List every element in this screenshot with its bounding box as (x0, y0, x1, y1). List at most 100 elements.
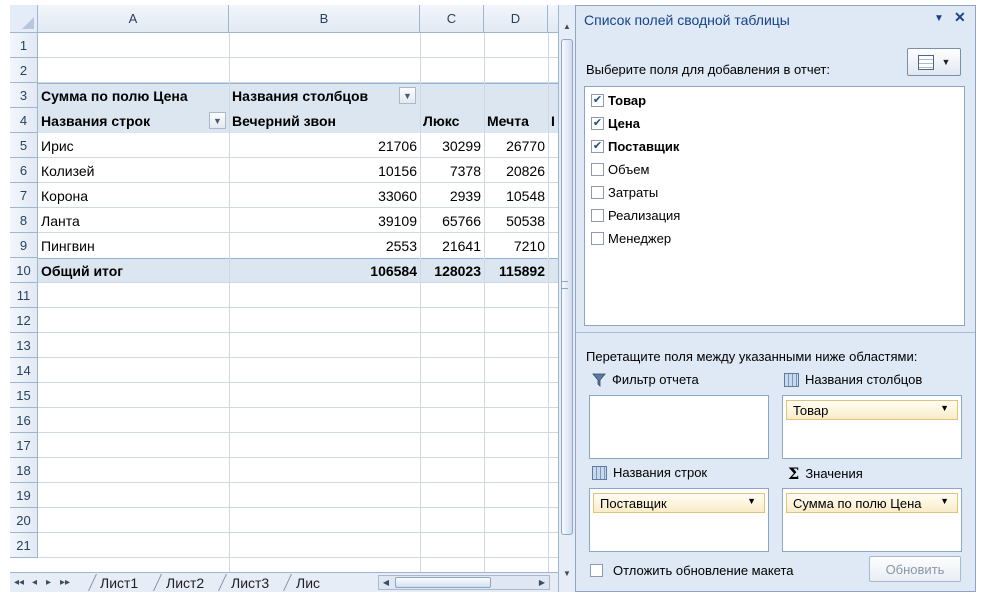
row-header[interactable]: 6 (10, 158, 38, 183)
row-header[interactable]: 13 (10, 333, 38, 358)
row-header[interactable]: 12 (10, 308, 38, 333)
horizontal-scrollbar[interactable]: ◀ ▶ (378, 575, 550, 590)
pivot-value-cell[interactable]: 10548 (487, 183, 545, 208)
row-header[interactable]: 1 (10, 33, 38, 58)
pivot-grand-total-cell[interactable]: 115892 (487, 258, 545, 283)
row-header[interactable]: 2 (10, 58, 38, 83)
sheet-tab-1[interactable]: Лист1 (96, 573, 142, 592)
pivot-row-item[interactable]: Ирис (41, 133, 227, 158)
pivot-row-item[interactable]: Пингвин (41, 233, 227, 258)
pivot-value-cell[interactable]: 50538 (487, 208, 545, 233)
column-header-a[interactable]: A (38, 5, 229, 33)
scroll-up-icon[interactable]: ▲ (561, 19, 573, 33)
horizontal-scroll-thumb[interactable] (395, 577, 491, 588)
column-header-c[interactable]: C (420, 5, 484, 33)
row-header[interactable]: 18 (10, 458, 38, 483)
pivot-value-cell[interactable]: 7378 (423, 158, 481, 183)
filter-area-drop-zone[interactable] (589, 395, 769, 459)
checkbox-checked[interactable]: ✔ (591, 139, 604, 153)
pivot-grand-total-cell[interactable]: 128023 (423, 258, 481, 283)
pivot-value-cell[interactable]: 65766 (423, 208, 481, 233)
row-header[interactable]: 14 (10, 358, 38, 383)
pivot-value-cell[interactable]: 30299 (423, 133, 481, 158)
chevron-down-icon[interactable]: ▼ (940, 496, 949, 506)
pivot-value-cell[interactable]: 21641 (423, 233, 481, 258)
field-item[interactable]: ✔ Цена (591, 113, 640, 133)
update-button[interactable]: Обновить (869, 556, 961, 582)
pivot-row-labels[interactable]: Названия строк (41, 108, 201, 133)
row-header[interactable]: 20 (10, 508, 38, 533)
first-sheet-icon[interactable]: ◂◂ (14, 575, 24, 590)
checkbox-checked[interactable]: ✔ (591, 93, 604, 107)
pivot-col-item[interactable]: Мечта (487, 108, 547, 133)
prev-sheet-icon[interactable]: ◂ (32, 575, 37, 590)
field-item[interactable]: Затраты (591, 182, 658, 202)
checkbox-unchecked[interactable] (591, 185, 604, 199)
row-header[interactable]: 10 (10, 258, 38, 283)
pivot-value-cell[interactable]: 21706 (232, 133, 417, 158)
columns-field-chip[interactable]: Товар ▼ (786, 400, 958, 420)
field-item[interactable]: ✔ Поставщик (591, 136, 679, 156)
sheet-tab-2[interactable]: Лист2 (162, 573, 208, 592)
pivot-value-cell[interactable]: 20826 (487, 158, 545, 183)
values-area-drop-zone[interactable]: Сумма по полю Цена ▼ (782, 488, 962, 552)
chevron-down-icon[interactable]: ▼ (747, 496, 756, 506)
column-header-d[interactable]: D (484, 5, 548, 33)
pivot-value-cell[interactable]: 2939 (423, 183, 481, 208)
row-header[interactable]: 17 (10, 433, 38, 458)
column-header-e[interactable] (548, 5, 558, 33)
pivot-column-labels[interactable]: Названия столбцов (232, 83, 392, 108)
close-icon[interactable]: ✕ (954, 9, 966, 26)
row-filter-dropdown-icon[interactable]: ▼ (209, 112, 226, 129)
column-header-b[interactable]: B (229, 5, 420, 33)
row-header[interactable]: 16 (10, 408, 38, 433)
pivot-grand-total-cell[interactable]: 106584 (232, 258, 417, 283)
pane-splitter[interactable] (576, 332, 975, 333)
rows-field-chip[interactable]: Поставщик ▼ (593, 493, 765, 513)
field-item[interactable]: Реализация (591, 205, 680, 225)
checkbox-unchecked[interactable] (591, 231, 604, 245)
row-header[interactable]: 21 (10, 533, 38, 558)
pivot-row-item[interactable]: Ланта (41, 208, 227, 233)
checkbox-unchecked[interactable] (591, 162, 604, 176)
row-header[interactable]: 4 (10, 108, 38, 133)
checkbox-unchecked[interactable] (591, 208, 604, 222)
row-header[interactable]: 3 (10, 83, 38, 108)
checkbox-checked[interactable]: ✔ (591, 116, 604, 130)
pivot-value-label[interactable]: Сумма по полю Цена (41, 83, 227, 108)
row-header[interactable]: 15 (10, 383, 38, 408)
row-header[interactable]: 9 (10, 233, 38, 258)
columns-area-drop-zone[interactable]: Товар ▼ (782, 395, 962, 459)
pivot-col-item[interactable]: Люкс (423, 108, 483, 133)
layout-options-button[interactable]: ▼ (907, 48, 961, 76)
field-item[interactable]: Менеджер (591, 228, 671, 248)
rows-area-drop-zone[interactable]: Поставщик ▼ (589, 488, 769, 552)
defer-layout-update[interactable]: Отложить обновление макета (590, 563, 794, 578)
scroll-right-icon[interactable]: ▶ (535, 577, 549, 588)
pivot-value-cell[interactable]: 26770 (487, 133, 545, 158)
sheet-tab-4[interactable]: Лис (292, 573, 324, 592)
field-item[interactable]: ✔ Товар (591, 90, 646, 110)
pivot-row-item[interactable]: Корона (41, 183, 227, 208)
scroll-left-icon[interactable]: ◀ (379, 577, 393, 588)
pivot-value-cell[interactable]: 33060 (232, 183, 417, 208)
row-header[interactable]: 19 (10, 483, 38, 508)
row-header[interactable]: 11 (10, 283, 38, 308)
select-all-corner[interactable] (10, 5, 38, 33)
pivot-value-cell[interactable]: 10156 (232, 158, 417, 183)
scroll-down-icon[interactable]: ▼ (561, 566, 573, 580)
row-header[interactable]: 8 (10, 208, 38, 233)
vertical-scrollbar[interactable]: ▲ ▼ (558, 5, 575, 592)
checkbox-unchecked[interactable] (590, 564, 603, 577)
pivot-col-item[interactable]: Вечерний звон (232, 108, 418, 133)
next-sheet-icon[interactable]: ▸ (46, 575, 51, 590)
last-sheet-icon[interactable]: ▸▸ (60, 575, 70, 590)
values-field-chip[interactable]: Сумма по полю Цена ▼ (786, 493, 958, 513)
worksheet-grid[interactable]: A B C D 1 2 3 4 5 6 7 8 9 10 11 12 13 14… (10, 5, 558, 572)
row-header[interactable]: 7 (10, 183, 38, 208)
pivot-value-cell[interactable]: 7210 (487, 233, 545, 258)
pane-menu-icon[interactable]: ▼ (934, 13, 944, 24)
sheet-tab-3[interactable]: Лист3 (227, 573, 273, 592)
column-filter-dropdown-icon[interactable]: ▼ (399, 87, 416, 104)
pivot-value-cell[interactable]: 39109 (232, 208, 417, 233)
